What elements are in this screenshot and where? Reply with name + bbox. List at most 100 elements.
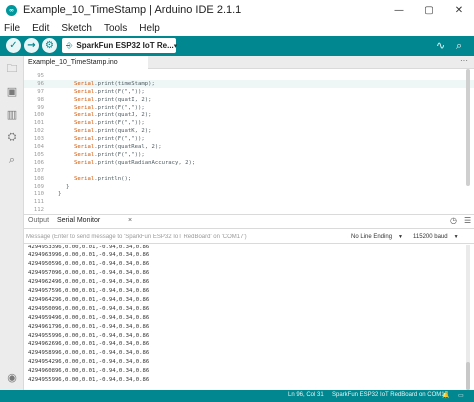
chevron-down-icon: ▼ — [398, 234, 403, 240]
code-text: Serial.print(quatI, 2); — [74, 96, 152, 103]
account-icon[interactable]: ◉ — [5, 370, 19, 384]
verify-button[interactable]: ✓ — [6, 38, 21, 53]
line-number: 110 — [33, 191, 44, 198]
code-line: 100 Serial.print(quatJ, 2); — [24, 112, 474, 120]
serial-output-line: 4294957096,0.00,0.01,-0.94,0.34,0.86 — [28, 270, 150, 277]
line-number: 109 — [33, 183, 44, 190]
debug-button[interactable]: ⚙ — [42, 38, 57, 53]
code-text: Serial.print(F(",")); — [74, 120, 145, 127]
file-tab[interactable]: Example_10_TimeStamp.ino — [24, 56, 148, 69]
serial-output-line: 4294962696,0.00,0.01,-0.94,0.34,0.86 — [28, 341, 150, 348]
code-line: 95 — [24, 72, 474, 80]
code-line: 98 Serial.print(quatI, 2); — [24, 96, 474, 104]
serial-output-line: 4294955996,0.00,0.01,-0.94,0.34,0.86 — [28, 377, 150, 383]
code-line: 107 — [24, 167, 474, 175]
code-editor[interactable]: 95 96 Serial.print(timeStamp); 97 Serial.pri… — [24, 69, 474, 214]
window-controls: — ▢ ✕ — [384, 0, 474, 20]
cursor-position: Ln 96, Col 31 — [288, 392, 324, 398]
library-manager-icon[interactable]: ▥ — [5, 107, 19, 121]
code-line: 99 Serial.print(F(",")); — [24, 104, 474, 112]
code-line: 111 — [24, 198, 474, 206]
serial-output-line: 4294962496,0.00,0.01,-0.94,0.34,0.86 — [28, 279, 150, 286]
menu-help[interactable]: Help — [139, 23, 160, 34]
usb-icon: ⎆ — [66, 40, 73, 50]
more-icon[interactable]: ··· — [460, 56, 468, 65]
board-status: SparkFun ESP32 IoT RedBoard on COM17 — [332, 392, 448, 398]
tab-output[interactable]: Output — [28, 217, 49, 224]
code-line: 96 Serial.print(timeStamp); — [24, 79, 474, 88]
serial-output-line: 4294950096,0.00,0.01,-0.94,0.34,0.86 — [28, 305, 150, 312]
serial-message-input[interactable] — [26, 231, 346, 242]
search-icon[interactable]: ⌕ — [5, 153, 19, 167]
chevron-down-icon: ▾ — [173, 42, 178, 50]
minimize-button[interactable]: — — [384, 0, 414, 20]
line-number: 104 — [33, 144, 44, 151]
notifications-icon[interactable]: 🔔 — [442, 392, 449, 399]
menu-sketch[interactable]: Sketch — [61, 23, 92, 34]
serial-output: 4294953396,0.00,0.01,-0.94,0.34,0.86 4294… — [24, 245, 474, 390]
code-text: Serial.print(F(",")); — [74, 136, 145, 143]
menu-bar: File Edit Sketch Tools Help — [0, 20, 474, 36]
serial-output-line: 4294961796,0.00,0.01,-0.94,0.34,0.86 — [28, 323, 150, 330]
serial-output-line: 4294959496,0.00,0.01,-0.94,0.34,0.86 — [28, 314, 150, 321]
window-title: Example_10_TimeStamp | Arduino IDE 2.1.1 — [23, 4, 242, 16]
toggle-timestamp-icon[interactable]: ◷ — [450, 216, 457, 225]
clear-output-icon[interactable]: ☰ — [464, 216, 471, 225]
tab-serial-monitor[interactable]: Serial Monitor — [57, 217, 100, 224]
serial-output-line: 4294955996,0.00,0.01,-0.94,0.34,0.86 — [28, 332, 150, 339]
menu-file[interactable]: File — [4, 23, 20, 34]
serial-scrollbar[interactable] — [466, 245, 470, 390]
close-button[interactable]: ✕ — [444, 0, 474, 20]
code-line: 108 Serial.println(); — [24, 175, 474, 183]
code-text: Serial.print(F(",")); — [74, 88, 145, 95]
serial-input-row: No Line Ending ▼ 115200 baud ▼ — [24, 228, 474, 244]
code-line: 109} — [24, 183, 474, 191]
code-text: Serial.print(quatK, 2); — [74, 128, 152, 135]
serial-output-line: 4294964296,0.00,0.01,-0.94,0.34,0.86 — [28, 296, 150, 303]
line-ending-select[interactable]: No Line Ending ▼ — [351, 231, 403, 243]
menu-edit[interactable]: Edit — [32, 23, 49, 34]
toolbar: ✓ → ⚙ ⎆ SparkFun ESP32 IoT Re... ▾ ∿ ⌕ — [0, 36, 474, 56]
serial-output-line: 4294958996,0.00,0.01,-0.94,0.34,0.86 — [28, 350, 150, 357]
activity-sidebar: 🗀 ▣ ▥ ⛭ ⌕ ◉ — [0, 56, 24, 390]
chevron-down-icon: ▼ — [453, 234, 459, 240]
board-selector[interactable]: ⎆ SparkFun ESP32 IoT Re... ▾ — [62, 38, 178, 53]
baud-rate-label: 115200 baud — [413, 234, 448, 240]
code-text: Serial.print(quatJ, 2); — [74, 112, 152, 119]
menu-tools[interactable]: Tools — [104, 23, 127, 34]
line-number: 108 — [33, 175, 44, 182]
code-line: 103 Serial.print(F(",")); — [24, 135, 474, 143]
line-number: 97 — [37, 88, 44, 95]
code-text: Serial.print(F(",")); — [74, 151, 145, 158]
folder-icon[interactable]: 🗀 — [5, 62, 19, 76]
board-manager-icon[interactable]: ▣ — [5, 84, 19, 98]
line-number: 107 — [33, 167, 44, 174]
code-line: 106 Serial.print(quatRadianAccuracy, 2); — [24, 159, 474, 167]
code-text: Serial.print(quatReal, 2); — [74, 144, 162, 151]
serial-monitor-icon[interactable]: ⌕ — [456, 39, 462, 53]
title-bar: ∞ Example_10_TimeStamp | Arduino IDE 2.1… — [0, 0, 474, 20]
serial-output-line: 4294954296,0.00,0.01,-0.94,0.34,0.86 — [28, 359, 150, 366]
code-line: 101 Serial.print(F(",")); — [24, 119, 474, 127]
upload-button[interactable]: → — [24, 38, 39, 53]
line-number: 100 — [33, 112, 44, 119]
editor-tabs: Example_10_TimeStamp.ino ··· — [24, 56, 474, 69]
debug-icon[interactable]: ⛭ — [5, 130, 19, 144]
serial-plotter-icon[interactable]: ∿ — [436, 39, 445, 52]
code-line: 110} — [24, 191, 474, 199]
board-label: SparkFun ESP32 IoT Re... — [76, 41, 174, 50]
code-text: Serial.print(quatRadianAccuracy, 2); — [74, 159, 196, 166]
baud-rate-select[interactable]: 115200 baud ▼ — [413, 231, 459, 243]
editor-scrollbar[interactable] — [466, 69, 470, 186]
line-number: 99 — [37, 104, 44, 111]
line-number: 96 — [37, 80, 44, 87]
close-icon[interactable]: × — [128, 217, 132, 224]
code-text: Serial.print(F(",")); — [74, 104, 145, 111]
line-number: 111 — [33, 199, 44, 206]
serial-output-line: 4294960896,0.00,0.01,-0.94,0.34,0.86 — [28, 368, 150, 375]
code-line: 112 — [24, 206, 474, 214]
maximize-button[interactable]: ▢ — [414, 0, 444, 20]
layout-icon[interactable]: ▭ — [458, 392, 464, 399]
status-bar: Ln 96, Col 31 SparkFun ESP32 IoT RedBoar… — [0, 390, 474, 402]
line-number: 101 — [33, 120, 44, 127]
